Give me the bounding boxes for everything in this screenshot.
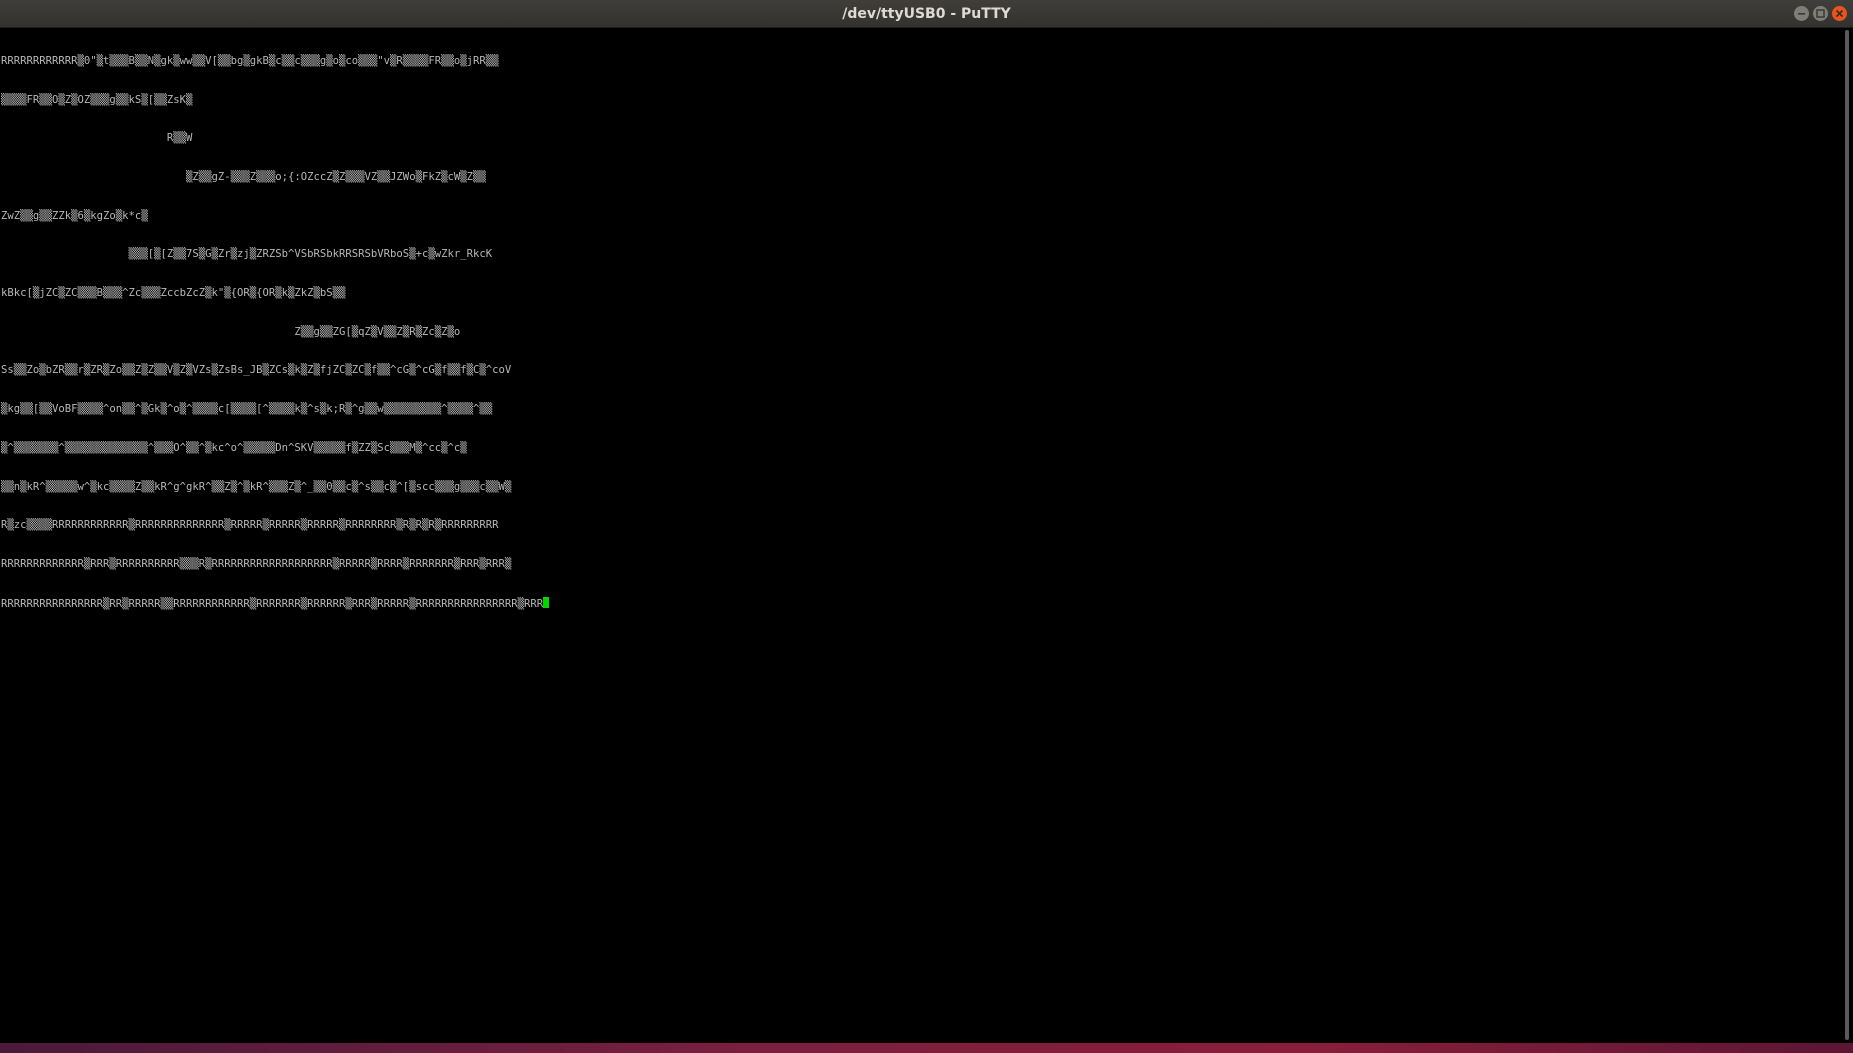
terminal-line-last: RRRRRRRRRRRRRRRR▒RR▒RRRRR▒▒RRRRRRRRRRRR▒… [1, 596, 550, 610]
terminal-line: ▒Z▒▒gZ-▒▒▒Z▒▒▒o;{:OZccZ▒Z▒▒▒VZ▒▒JZWo▒FkZ… [1, 170, 486, 183]
terminal-line: kBkc[▒jZC▒ZC▒▒▒B▒▒▒^Zc▒▒▒ZccbZcZ▒k"▒{OR▒… [1, 287, 346, 300]
scrollbar[interactable] [1839, 28, 1853, 1043]
text-cursor [543, 596, 550, 608]
terminal-line: ▒kg▒▒[▒▒VoBF▒▒▒▒^on▒▒^▒Gk▒^o▒^▒▒▒▒c[▒▒▒▒… [1, 403, 493, 416]
terminal-line: Z▒▒g▒▒ZG[▒qZ▒V▒▒Z▒R▒Zc▒Z▒o [1, 325, 461, 338]
putty-window: /dev/ttyUSB0 - PuTTY RRRRRRRRRRRR▒0"▒t▒▒… [0, 0, 1853, 1053]
terminal-line: R▒zc▒▒▒▒RRRRRRRRRRRR▒RRRRRRRRRRRRRR▒RRRR… [1, 519, 499, 532]
desktop-background [0, 1043, 1853, 1053]
terminal-line: ▒▒n▒kR^▒▒▒▒▒w^▒kc▒▒▒▒Z▒▒kR^g^gkR^▒▒Z▒^▒k… [1, 480, 512, 493]
title-bar[interactable]: /dev/ttyUSB0 - PuTTY [0, 0, 1853, 28]
terminal-line: RRRRRRRRRRRRR▒RRR▒RRRRRRRRRR▒▒▒R▒RRRRRRR… [1, 557, 512, 570]
terminal-line: ▒▒▒▒FR▒▒O▒Z▒OZ▒▒▒g▒▒kS▒[▒▒ZsK▒ [1, 93, 193, 106]
minimize-icon [1798, 13, 1805, 15]
terminal-output: RRRRRRRRRRRR▒0"▒t▒▒▒B▒▒N▒gk▒ww▒▒V[▒▒bg▒g… [1, 29, 550, 635]
terminal-line-text: RRRRRRRRRRRRRRRR▒RR▒RRRRR▒▒RRRRRRRRRRRR▒… [1, 597, 544, 610]
close-button[interactable] [1832, 6, 1847, 21]
terminal-line: RRRRRRRRRRRR▒0"▒t▒▒▒B▒▒N▒gk▒ww▒▒V[▒▒bg▒g… [1, 54, 499, 67]
scrollbar-thumb[interactable] [1845, 30, 1849, 1040]
terminal-line: ▒▒▒[▒[Z▒▒7S▒G▒Zr▒zj▒ZRZSb^VSbRSbkRRSRSbV… [1, 248, 493, 261]
terminal-area[interactable]: RRRRRRRRRRRR▒0"▒t▒▒▒B▒▒N▒gk▒ww▒▒V[▒▒bg▒g… [0, 28, 1839, 1043]
terminal-line: ZwZ▒▒g▒▒ZZk▒6▒kgZo▒k*c▒ [1, 209, 148, 222]
maximize-icon [1816, 9, 1825, 18]
window-controls [1794, 6, 1847, 21]
terminal-line: ▒^▒▒▒▒▒▒▒^▒▒▒▒▒▒▒▒▒▒▒▒▒^▒▒▒O^▒▒^▒kc^o^▒▒… [1, 441, 467, 454]
terminal-line: Ss▒▒Zo▒bZR▒▒r▒ZR▒Zo▒▒Z▒Z▒▒V▒Z▒VZs▒ZsBs_J… [1, 364, 512, 377]
terminal-line: R▒▒W [1, 132, 193, 145]
minimize-button[interactable] [1794, 6, 1809, 21]
maximize-button[interactable] [1813, 6, 1828, 21]
close-icon [1835, 9, 1844, 18]
window-title: /dev/ttyUSB0 - PuTTY [842, 6, 1011, 22]
